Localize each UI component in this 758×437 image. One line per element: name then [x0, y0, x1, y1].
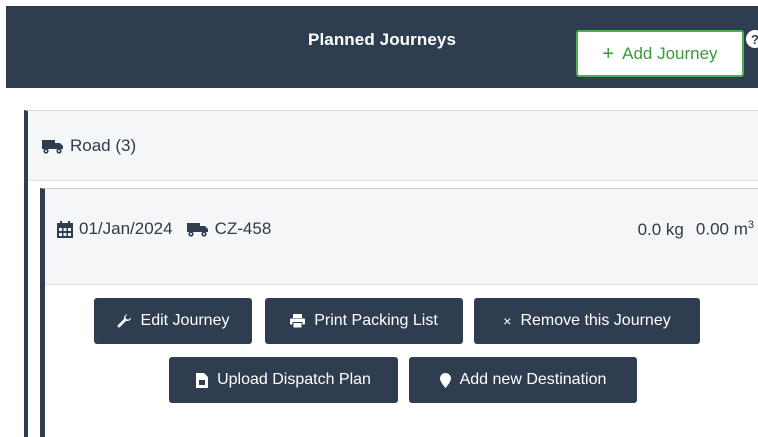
journey-weight: 0.0 kg: [637, 219, 684, 239]
road-group-header[interactable]: Road (3): [28, 111, 758, 181]
upload-dispatch-plan-button[interactable]: Upload Dispatch Plan: [169, 357, 398, 403]
print-packing-list-button[interactable]: Print Packing List: [265, 298, 463, 344]
journey-meta: 01/Jan/2024 CZ-458: [57, 219, 271, 239]
add-journey-label: Add Journey: [622, 43, 718, 63]
journey-volume-wrap: 0.00 m3: [696, 219, 754, 240]
journey-header: 01/Jan/2024 CZ-458 0.0 kg 0.00 m3: [45, 189, 758, 285]
journey-vehicle: CZ-458: [214, 219, 272, 238]
print-icon: [290, 314, 306, 328]
upload-dispatch-plan-label: Upload Dispatch Plan: [217, 371, 371, 388]
remove-journey-label: Remove this Journey: [520, 312, 671, 329]
truck-icon: [186, 221, 209, 237]
edit-journey-button[interactable]: Edit Journey: [94, 298, 252, 344]
wrench-icon: [117, 313, 131, 327]
calendar-icon: [57, 220, 73, 238]
map-marker-icon: [439, 372, 451, 388]
add-journey-button[interactable]: + Add Journey: [576, 30, 744, 77]
page-title: Planned Journeys: [308, 30, 457, 49]
plus-icon: +: [602, 42, 615, 65]
journey-date: 01/Jan/2024: [79, 219, 173, 238]
file-icon: [196, 372, 209, 388]
close-icon: ×: [503, 313, 512, 329]
truck-icon: [42, 138, 64, 154]
add-destination-label: Add new Destination: [459, 371, 607, 388]
journey-load: 0.0 kg 0.00 m3: [638, 219, 754, 240]
help-icon[interactable]: ?: [746, 30, 758, 48]
remove-journey-button[interactable]: × Remove this Journey: [474, 298, 700, 344]
road-group-label: Road (3): [70, 135, 137, 155]
journey-volume-exponent: 3: [747, 219, 754, 231]
page-header: Planned Journeys + Add Journey ?: [6, 6, 758, 88]
road-journeys-panel: Road (3) 01/Jan/2024 CZ-458 0.0 kg 0.00 …: [24, 110, 758, 437]
edit-journey-label: Edit Journey: [140, 312, 230, 329]
add-destination-button[interactable]: Add new Destination: [409, 357, 637, 403]
journey-volume: 0.00 m: [695, 219, 748, 239]
print-packing-list-label: Print Packing List: [314, 312, 438, 329]
journey-card: 01/Jan/2024 CZ-458 0.0 kg 0.00 m3 Edit J…: [40, 188, 758, 437]
